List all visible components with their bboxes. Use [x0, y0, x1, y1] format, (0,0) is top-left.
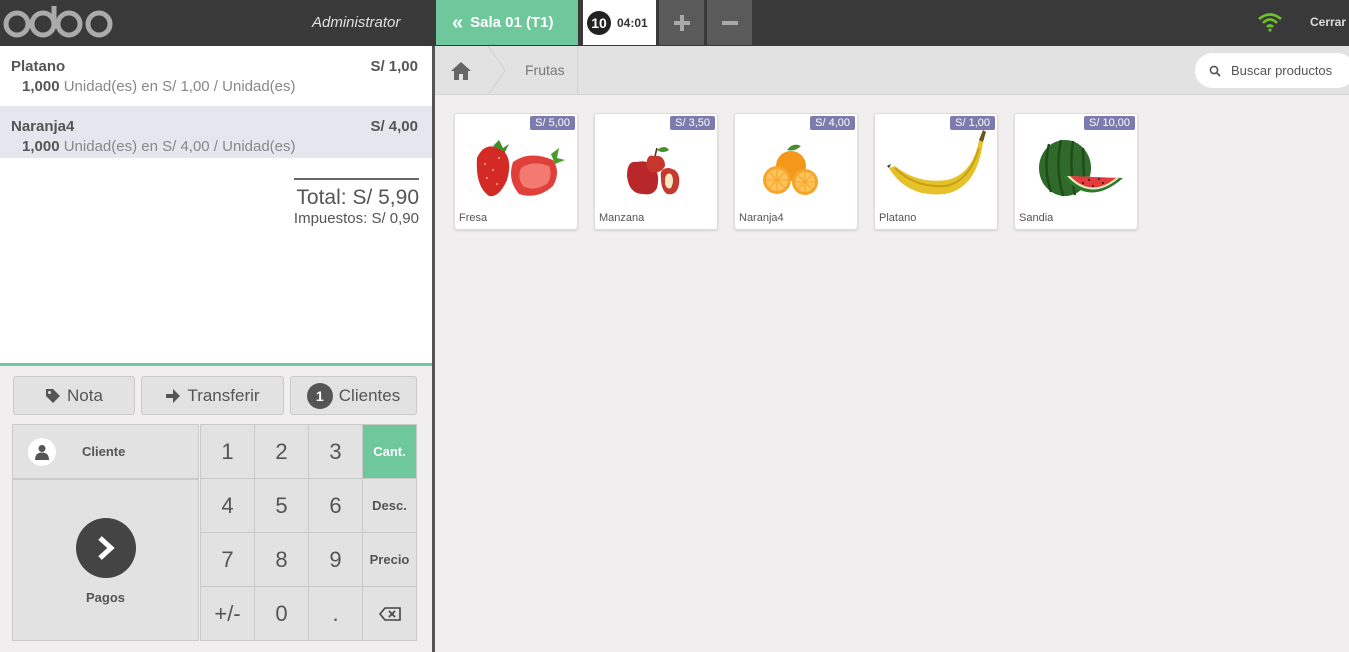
breadcrumb-separator	[487, 46, 506, 95]
product-name: Manzana	[599, 212, 645, 224]
guests-label: Clientes	[338, 385, 401, 405]
numpad-key[interactable]: 1	[200, 424, 255, 479]
product-card[interactable]: S/ 3,50 Manzana	[594, 113, 718, 230]
backspace-button[interactable]	[362, 586, 417, 641]
strawberry-image	[476, 140, 565, 197]
order-summary: Total: S/ 5,90 Impuestos: S/ 0,90	[293, 178, 419, 227]
order-line-price: S/ 4,00	[370, 118, 418, 135]
order-line-qty: 1,000	[22, 138, 60, 155]
product-card[interactable]: S/ 10,00 Sandia	[1014, 113, 1138, 230]
product-price: S/ 5,00	[530, 116, 575, 130]
product-card[interactable]: S/ 1,00 Platano	[874, 113, 998, 230]
note-label: Nota	[67, 385, 103, 405]
payment-label: Pagos	[85, 590, 125, 605]
watermelon-image	[1039, 139, 1123, 197]
order-line-info: 1,000 Unidad(es) en S/ 1,00 / Unidad(es)	[11, 78, 418, 95]
order-time: 04:01	[617, 15, 648, 30]
product-name: Sandia	[1019, 212, 1054, 224]
arrow-right-icon	[166, 388, 181, 403]
order-line-product: Naranja4	[11, 118, 75, 135]
product-price: S/ 3,50	[670, 116, 715, 130]
order-tab[interactable]: 10 04:01	[583, 0, 656, 45]
order-line-detail: Unidad(es) en S/ 4,00 / Unidad(es)	[63, 138, 296, 155]
home-button[interactable]	[435, 46, 487, 95]
backspace-icon	[378, 606, 401, 621]
order-line-detail: Unidad(es) en S/ 1,00 / Unidad(es)	[63, 78, 296, 95]
order-line-product: Platano	[11, 58, 66, 75]
odoo-logo	[3, 6, 113, 38]
apple-image	[627, 147, 680, 195]
transfer-label: Transferir	[187, 385, 260, 405]
product-name: Fresa	[459, 212, 488, 224]
control-panel: Nota Transferir 1 Clientes Cliente Pagos…	[0, 363, 432, 652]
customer-button[interactable]: Cliente	[12, 424, 199, 479]
order-line-info: 1,000 Unidad(es) en S/ 4,00 / Unidad(es)	[11, 138, 418, 155]
numpad-key[interactable]: 0	[254, 586, 309, 641]
delete-order-button[interactable]	[707, 0, 752, 45]
customer-label: Cliente	[82, 444, 126, 459]
numpad-key[interactable]: 4	[200, 478, 255, 533]
search-placeholder: Buscar productos	[1231, 63, 1333, 78]
numpad-key[interactable]: 3	[308, 424, 363, 479]
guests-count: 1	[306, 382, 333, 409]
top-bar: Administrator « Sala 01 (T1) 10 04:01 Ce…	[0, 0, 1349, 46]
product-card[interactable]: S/ 5,00 Fresa	[454, 113, 578, 230]
tag-icon	[46, 388, 61, 403]
transfer-button[interactable]: Transferir	[141, 376, 284, 415]
order-number: 10	[587, 10, 611, 35]
product-price: S/ 10,00	[1084, 116, 1135, 130]
payment-button[interactable]: Pagos	[12, 479, 199, 641]
order-taxes: Impuestos: S/ 0,90	[293, 210, 419, 227]
mode-quantity-button[interactable]: Cant.	[362, 424, 417, 479]
mode-discount-button[interactable]: Desc.	[362, 478, 417, 533]
floor-button-label: Sala 01 (T1)	[470, 14, 554, 31]
minus-icon	[721, 20, 738, 25]
home-icon	[451, 61, 471, 80]
numpad-key[interactable]: 8	[254, 532, 309, 587]
product-screen: Frutas Buscar productos S/ 5,00 Fresa S/…	[435, 46, 1349, 652]
wifi-icon	[1258, 13, 1282, 32]
breadcrumb-end	[577, 46, 578, 95]
guests-button[interactable]: 1 Clientes	[290, 376, 417, 415]
orange-image	[763, 144, 818, 195]
numpad-key[interactable]: 9	[308, 532, 363, 587]
mode-price-button[interactable]: Precio	[362, 532, 417, 587]
numpad-key[interactable]: 6	[308, 478, 363, 533]
numpad-key[interactable]: .	[308, 586, 363, 641]
order-line[interactable]: Platano S/ 1,00 1,000 Unidad(es) en S/ 1…	[0, 46, 432, 98]
search-input[interactable]: Buscar productos	[1195, 53, 1349, 88]
double-chevron-left-icon: «	[452, 11, 464, 34]
banana-image	[887, 130, 986, 195]
new-order-button[interactable]	[659, 0, 704, 45]
chevron-right-icon	[75, 518, 136, 578]
user-icon	[28, 437, 56, 466]
back-to-floor-button[interactable]: « Sala 01 (T1)	[436, 0, 578, 45]
numpad-key[interactable]: 5	[254, 478, 309, 533]
product-name: Naranja4	[739, 212, 784, 224]
close-button[interactable]: Cerrar	[1310, 15, 1346, 29]
numpad-key[interactable]: +/-	[200, 586, 255, 641]
numpad-key[interactable]: 2	[254, 424, 309, 479]
order-line-selected[interactable]: Naranja4 S/ 4,00 1,000 Unidad(es) en S/ …	[0, 106, 432, 158]
product-card[interactable]: S/ 4,00 Naranja4	[734, 113, 858, 230]
numpad-key[interactable]: 7	[200, 532, 255, 587]
order-total: Total: S/ 5,90	[293, 178, 419, 210]
breadcrumb-bar: Frutas Buscar productos	[435, 46, 1349, 95]
product-name: Platano	[879, 212, 917, 224]
search-icon	[1209, 65, 1221, 77]
user-name: Administrator	[312, 14, 401, 31]
plus-icon	[673, 14, 690, 31]
order-line-price: S/ 1,00	[370, 58, 418, 75]
product-price: S/ 1,00	[950, 116, 995, 130]
product-price: S/ 4,00	[810, 116, 855, 130]
note-button[interactable]: Nota	[13, 376, 135, 415]
order-line-qty: 1,000	[22, 78, 60, 95]
breadcrumb-category[interactable]: Frutas	[525, 62, 565, 78]
